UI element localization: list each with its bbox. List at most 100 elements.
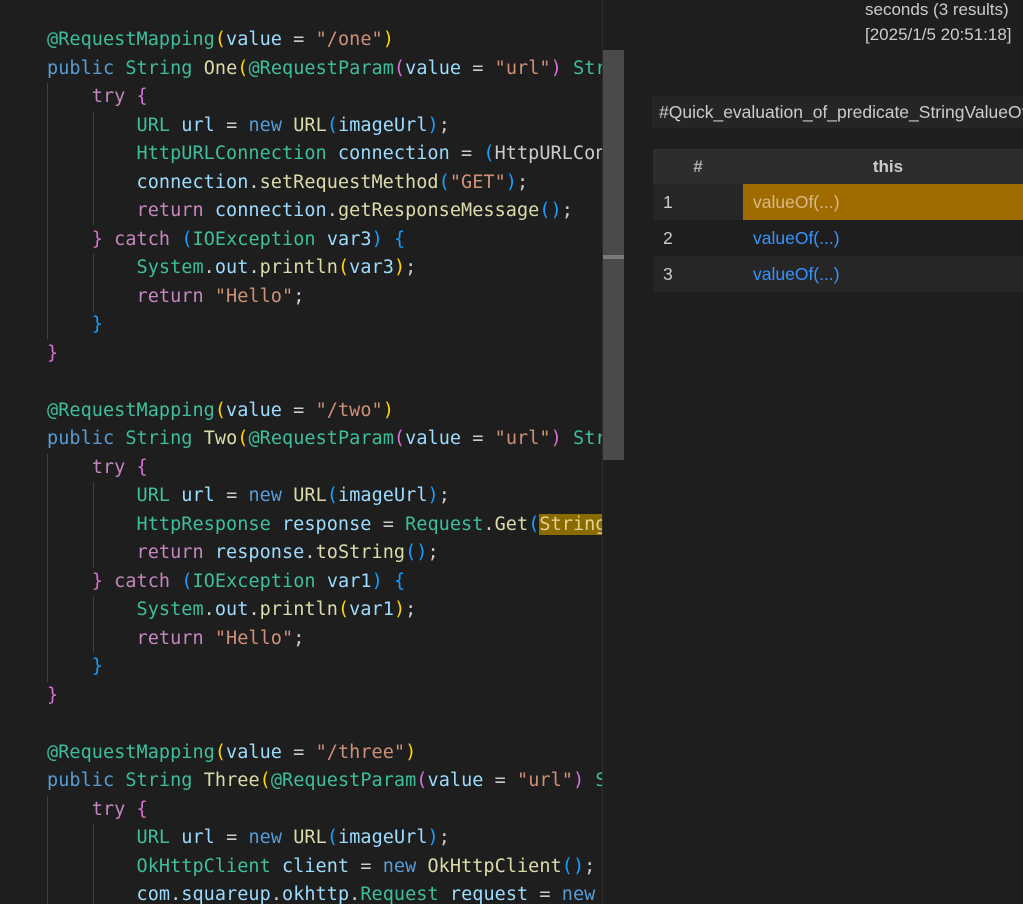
code-lines[interactable]: @RequestMapping(value = "/one") public St… xyxy=(0,26,624,904)
code-line[interactable]: return connection.getResponseMessage(); xyxy=(47,197,624,226)
code-line[interactable]: return response.toString(); xyxy=(47,539,624,568)
code-line[interactable]: OkHttpClient client = new OkHttpClient()… xyxy=(47,853,624,882)
code-token: "url" xyxy=(494,428,551,449)
code-token: . xyxy=(304,542,316,563)
code-editor[interactable]: @RequestMapping(value = "/one") public St… xyxy=(0,0,624,904)
code-token: getResponseMessage xyxy=(337,200,540,221)
code-line[interactable]: public String Two(@RequestParam(value = … xyxy=(47,425,624,454)
code-token: ( xyxy=(214,741,227,763)
code-line[interactable]: public String Three(@RequestParam(value … xyxy=(47,767,624,796)
code-token: @RequestMapping xyxy=(47,399,215,421)
code-line[interactable]: } xyxy=(47,653,624,682)
code-token: Get xyxy=(494,513,529,535)
code-token: var3 xyxy=(349,257,394,278)
code-token: ( xyxy=(528,513,540,535)
table-row[interactable]: 1 valueOf(...) xyxy=(653,184,1023,220)
code-token: public xyxy=(47,57,115,79)
code-token: @RequestParam xyxy=(270,770,417,791)
code-token: Request xyxy=(405,513,484,535)
code-line[interactable]: URL url = new URL(imageUrl); xyxy=(47,824,624,853)
code-token: ) xyxy=(405,741,417,763)
code-line[interactable]: System.out.println(var3); xyxy=(47,254,624,283)
code-token: System xyxy=(136,599,204,620)
code-token: String xyxy=(125,428,193,449)
code-line[interactable]: com.squareup.okhttp.Request request = ne… xyxy=(47,881,624,904)
result-link[interactable]: valueOf(...) xyxy=(753,228,840,248)
code-line[interactable]: @RequestMapping(value = "/two") xyxy=(47,397,624,426)
code-token: "url" xyxy=(494,57,551,79)
code-token: ) xyxy=(427,827,439,848)
code-token: { xyxy=(136,798,148,820)
code-line[interactable] xyxy=(47,710,624,739)
code-line[interactable]: return "Hello"; xyxy=(47,625,624,654)
code-line[interactable]: URL url = new URL(imageUrl); xyxy=(47,482,624,511)
code-line[interactable]: try { xyxy=(47,454,624,483)
result-link[interactable]: valueOf(...) xyxy=(753,192,840,212)
code-token: "Hello" xyxy=(214,627,294,649)
code-token: HttpURLConnection xyxy=(136,143,327,164)
code-token: ) xyxy=(371,228,383,250)
code-token: @RequestParam xyxy=(248,428,394,449)
code-token: = xyxy=(281,741,316,763)
code-token: = xyxy=(461,428,495,449)
code-token: return xyxy=(136,542,204,563)
code-line[interactable]: } xyxy=(47,340,624,369)
code-line[interactable]: } xyxy=(47,682,624,711)
code-line[interactable]: @RequestMapping(value = "/one") xyxy=(47,26,624,55)
code-token: OkHttpClient xyxy=(136,855,271,877)
code-token: new xyxy=(248,485,283,506)
code-token: ) xyxy=(427,485,439,506)
code-token: public xyxy=(47,770,115,791)
code-token: public xyxy=(47,428,115,449)
code-token: URL xyxy=(293,114,327,136)
code-line[interactable]: } xyxy=(47,311,624,340)
table-row[interactable]: 2 valueOf(...) xyxy=(653,220,1023,256)
code-token: { xyxy=(136,86,148,107)
result-cell[interactable]: valueOf(...) xyxy=(743,184,1023,220)
code-line[interactable]: System.out.println(var1); xyxy=(47,596,624,625)
code-line[interactable]: } catch (IOException var3) { xyxy=(47,226,624,255)
code-token: Request xyxy=(360,884,439,904)
code-token: } xyxy=(47,342,59,364)
column-header-index[interactable]: # xyxy=(653,149,743,184)
row-index: 2 xyxy=(653,220,743,256)
code-line[interactable]: HttpURLConnection connection = (HttpURLC… xyxy=(47,140,624,169)
code-line[interactable]: connection.setRequestMethod("GET"); xyxy=(47,169,624,198)
code-line[interactable]: try { xyxy=(47,796,624,825)
result-cell[interactable]: valueOf(...) xyxy=(743,256,1023,292)
result-link[interactable]: valueOf(...) xyxy=(753,264,840,284)
code-line[interactable]: @RequestMapping(value = "/three") xyxy=(47,739,624,768)
code-token: ; xyxy=(516,171,529,193)
query-results-panel: seconds (3 results) [2025/1/5 20:51:18] … xyxy=(624,0,1023,904)
code-line[interactable]: HttpResponse response = Request.Get(Stri… xyxy=(0,510,624,540)
code-line[interactable]: URL url = new URL(imageUrl); xyxy=(47,112,624,141)
code-token: "/one" xyxy=(315,29,383,50)
code-line[interactable]: } catch (IOException var1) { xyxy=(47,568,624,597)
code-token: ( xyxy=(337,257,350,278)
table-row[interactable]: 3 valueOf(...) xyxy=(653,256,1023,292)
code-token: . xyxy=(349,884,361,904)
code-line[interactable]: try { xyxy=(47,83,624,112)
code-line[interactable]: public String One(@RequestParam(value = … xyxy=(47,55,624,84)
code-token: catch xyxy=(114,228,171,250)
code-token: ( xyxy=(405,542,417,563)
code-token: = xyxy=(449,143,484,164)
column-header-this[interactable]: this xyxy=(743,149,1023,184)
result-cell[interactable]: valueOf(...) xyxy=(743,220,1023,256)
code-token: . xyxy=(326,200,338,221)
code-token: client xyxy=(281,855,350,877)
code-token: var1 xyxy=(326,570,372,592)
code-line[interactable] xyxy=(47,368,624,397)
code-line[interactable]: return "Hello"; xyxy=(47,283,624,312)
